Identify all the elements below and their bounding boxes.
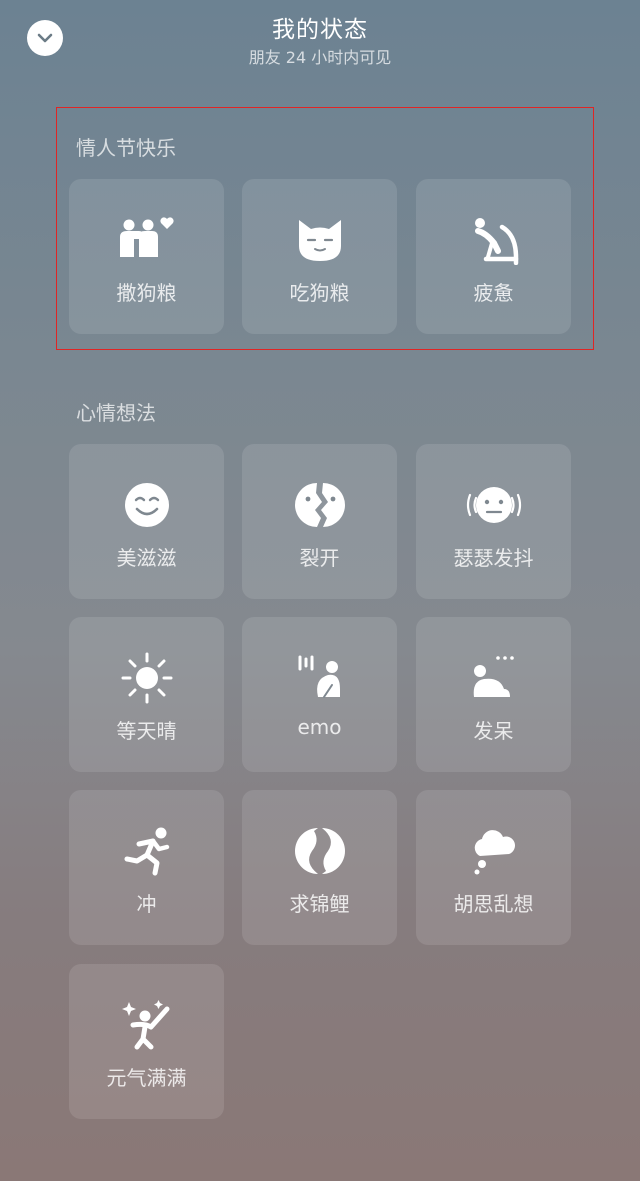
running-person-icon bbox=[124, 827, 169, 876]
status-label: 元气满满 bbox=[106, 1066, 187, 1090]
split-face-icon bbox=[294, 483, 345, 527]
smile-face-icon bbox=[124, 483, 169, 527]
couple-heart-icon bbox=[119, 217, 174, 257]
status-label: 美滋滋 bbox=[116, 546, 177, 570]
status-tile-overthinking[interactable]: 胡思乱想 bbox=[416, 790, 571, 945]
koi-icon bbox=[294, 828, 345, 874]
status-label: 发呆 bbox=[473, 719, 514, 743]
status-tile-charge[interactable]: 冲 bbox=[69, 790, 224, 945]
status-label: 裂开 bbox=[299, 546, 340, 570]
status-tile-koi[interactable]: 求锦鲤 bbox=[242, 790, 397, 945]
status-tile-waiting-sunny[interactable]: 等天晴 bbox=[69, 617, 224, 772]
shivering-face-icon bbox=[466, 487, 521, 523]
sitting-person-icon bbox=[473, 656, 514, 697]
status-tile-share-love[interactable]: 撒狗粮 bbox=[69, 179, 224, 334]
page-title: 我的状态 bbox=[272, 17, 368, 43]
cat-face-icon bbox=[298, 220, 341, 261]
status-tile-emo[interactable]: emo bbox=[242, 617, 397, 772]
section-title-mood: 心情想法 bbox=[76, 401, 156, 425]
slumped-person-icon bbox=[474, 218, 518, 265]
status-label: 吃狗粮 bbox=[289, 281, 350, 305]
status-tile-eat-love[interactable]: 吃狗粮 bbox=[242, 179, 397, 334]
status-tile-shivering[interactable]: 瑟瑟发抖 bbox=[416, 444, 571, 599]
status-label: 疲惫 bbox=[473, 281, 514, 305]
status-label: 胡思乱想 bbox=[453, 892, 534, 916]
status-label: 等天晴 bbox=[116, 719, 177, 743]
energetic-person-icon bbox=[121, 1000, 169, 1050]
status-label: 求锦鲤 bbox=[289, 892, 350, 916]
section-title-valentines: 情人节快乐 bbox=[76, 136, 176, 160]
status-label: 瑟瑟发抖 bbox=[453, 546, 534, 570]
thought-cloud-icon bbox=[474, 830, 515, 875]
status-label: 撒狗粮 bbox=[116, 281, 177, 305]
status-tile-tired[interactable]: 疲惫 bbox=[416, 179, 571, 334]
status-tile-delighted[interactable]: 美滋滋 bbox=[69, 444, 224, 599]
crouching-person-icon bbox=[298, 655, 340, 698]
status-label: 冲 bbox=[136, 892, 157, 916]
sun-icon bbox=[121, 652, 172, 704]
status-tile-daze[interactable]: 发呆 bbox=[416, 617, 571, 772]
status-tile-energetic[interactable]: 元气满满 bbox=[69, 964, 224, 1119]
page-subtitle: 朋友 24 小时内可见 bbox=[248, 48, 392, 67]
status-label: emo bbox=[297, 715, 342, 739]
status-tile-cracked[interactable]: 裂开 bbox=[242, 444, 397, 599]
